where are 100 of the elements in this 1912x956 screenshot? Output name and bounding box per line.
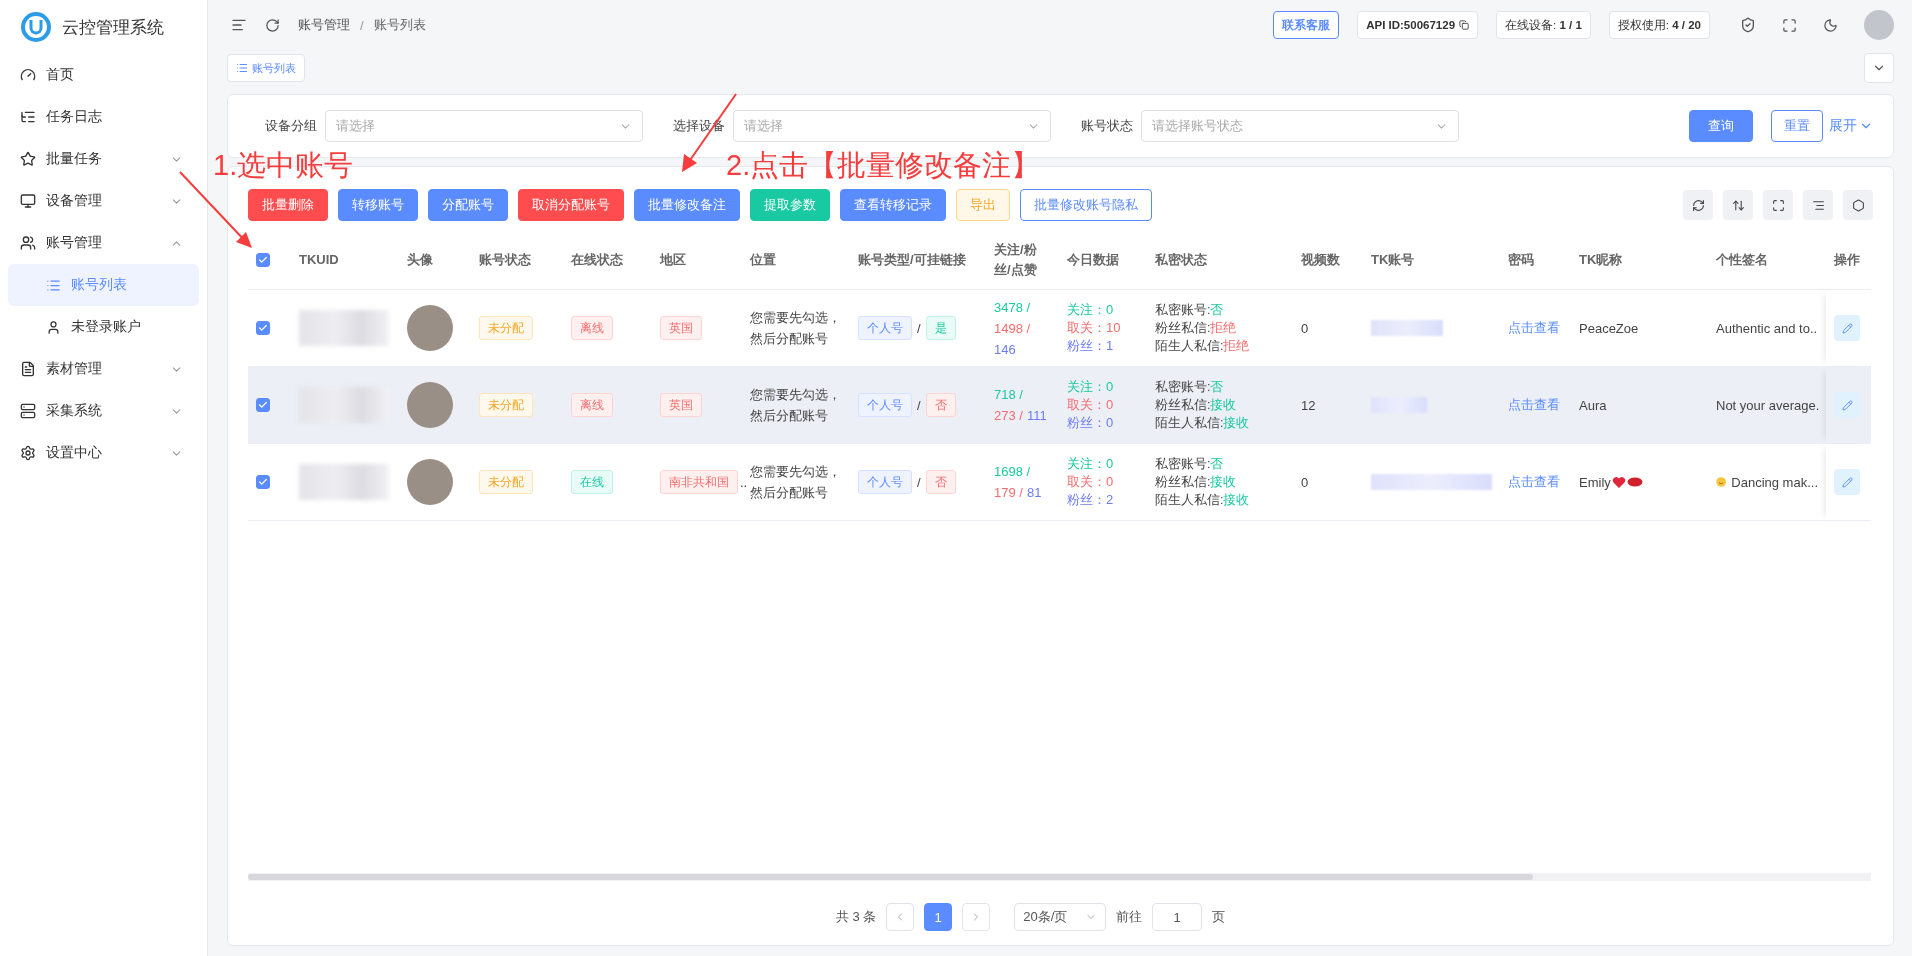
sidebar-item[interactable]: 设备管理 [8,180,199,222]
edit-button[interactable] [1834,392,1860,418]
toolbar-button[interactable]: 批量修改账号隐私 [1020,189,1152,221]
user-avatar[interactable] [1864,10,1894,40]
slash-text: / [917,397,921,413]
region-tag: 南非共和国 [660,470,738,494]
horizontal-scrollbar[interactable] [248,873,1871,881]
row-checkbox[interactable] [256,321,270,335]
link-tag: 是 [925,316,956,340]
filter-label: 账号状态 [1081,117,1133,135]
sidebar-item[interactable]: 批量任务 [8,138,199,180]
expand-link[interactable]: 展开 [1829,117,1873,135]
toolbar-button[interactable]: 取消分配账号 [518,189,624,221]
moon-icon[interactable] [1823,17,1838,33]
copy-icon[interactable] [1459,20,1470,30]
status-tag: 未分配 [479,470,533,494]
nav-icon [20,151,36,167]
breadcrumb-item[interactable]: 账号列表 [373,16,426,34]
region-tag: 英国 [660,316,702,340]
column-header: TK昵称 [1578,251,1624,269]
nickname-text: PeaceZoe [1579,320,1639,336]
toolbar-button[interactable]: 导出 [956,189,1010,221]
view-password-link[interactable]: 点击查看 [1508,396,1560,414]
region-tag: 英国 [660,393,702,417]
lines-icon [1811,198,1825,212]
toolbar-button[interactable]: 转移账号 [338,189,418,221]
view-password-link[interactable]: 点击查看 [1508,473,1560,491]
sidebar-item[interactable]: 素材管理 [8,348,199,390]
signature-text: Not your average. [1716,397,1820,413]
edit-button[interactable] [1834,469,1860,495]
page-tab[interactable]: 账号列表 [227,54,305,82]
privacy-line: 陌生人私信:接收 [1155,415,1250,432]
type-tag: 个人号 [858,316,912,340]
toolbar-button[interactable]: 分配账号 [428,189,508,221]
column-header: 账号状态 [478,251,532,269]
sidebar-item[interactable]: 未登录账户 [8,306,199,348]
refresh-button[interactable] [1683,190,1713,220]
today-stat: 取关：0 [1067,473,1114,491]
view-password-link[interactable]: 点击查看 [1508,319,1560,337]
contact-button[interactable]: 联系客服 [1273,11,1340,39]
privacy-line: 粉丝私信:拒绝 [1155,320,1238,337]
link-tag: 否 [925,470,956,494]
density-button[interactable] [1723,190,1753,220]
slash-text: / [917,320,921,336]
breadcrumb-item[interactable]: 账号管理 [298,16,350,34]
sidebar-item[interactable]: 账号列表 [8,264,199,306]
status-tag: 未分配 [479,316,533,340]
edit-button[interactable] [1834,315,1860,341]
settings-icon [1851,198,1865,212]
table-row[interactable]: 未分配 离线 英国 您需要先勾选，然后分配账号 个人号 / 是 3478 / 1498 / 146 关注：0 取关：10 粉丝：1 私密账号:否 粉丝私信:拒绝 陌生人私信:拒绝 0 点击查看 PeaceZoe Authentic and to.. [248,290,1871,367]
today-stat: 关注：0 [1067,378,1114,396]
goto-page-field[interactable]: 1 [1152,903,1203,931]
column-header: 位置 [748,251,777,269]
columns-button[interactable] [1803,190,1833,220]
toolbar-button[interactable]: 批量修改备注 [634,189,740,221]
today-stat: 关注：0 [1067,455,1114,473]
privacy-line: 陌生人私信:接收 [1155,492,1250,509]
column-header: 地区 [658,251,687,269]
toolbar-button[interactable]: 批量删除 [248,189,328,221]
column-header: TKUID [298,251,340,269]
total-count: 共 3 条 [835,908,877,926]
nav-icon [20,445,36,461]
settings-button[interactable] [1843,190,1873,220]
annotation-text: 1.选中账号 [213,148,354,183]
table-row[interactable]: 未分配 离线 英国 您需要先勾选，然后分配账号 个人号 / 否 718 / 273 / 111 关注：0 取关：0 粉丝：0 私密账号:否 粉丝私信:接收 陌生人私信:接收 12 点击查看 Aura Not your average. [248,367,1871,444]
column-header: TK账号 [1370,251,1416,269]
select-field[interactable]: 请选择 [325,110,643,142]
reset-button[interactable]: 重置 [1771,110,1823,142]
app-title: 云控管理系统 [62,16,164,39]
fullscreen-icon[interactable] [1782,17,1797,33]
row-checkbox[interactable] [256,398,270,412]
select-field[interactable]: 请选择 [733,110,1051,142]
fullscreen-button[interactable] [1763,190,1793,220]
shield-icon[interactable] [1740,17,1756,33]
api-id-chip[interactable]: API ID:50067129 [1357,11,1479,39]
refresh-icon[interactable] [265,17,280,33]
menu-icon[interactable] [231,17,247,33]
privacy-line: 粉丝私信:接收 [1155,474,1238,491]
toolbar-button[interactable]: 查看转移记录 [840,189,946,221]
sidebar-item[interactable]: 采集系统 [8,390,199,432]
sidebar-item[interactable]: 任务日志 [8,96,199,138]
stat-value: 1698 / [994,463,1031,481]
query-button[interactable]: 查询 [1689,110,1753,142]
slash-text: / [917,474,921,490]
sidebar-item[interactable]: 首页 [8,54,199,96]
column-header: 操作 [1833,251,1861,269]
row-checkbox[interactable] [256,475,270,489]
select-all-checkbox[interactable] [256,253,270,267]
signature-text: Dancing mak... [1731,474,1818,490]
signature-text: Authentic and to.. [1716,320,1818,336]
sidebar-item[interactable]: 账号管理 [8,222,199,264]
status-tag: 未分配 [479,393,533,417]
toolbar-button[interactable]: 提取参数 [750,189,830,221]
select-field[interactable]: 请选择账号状态 [1141,110,1459,142]
edit-icon [1841,322,1853,334]
breadcrumb-separator: / [360,17,364,33]
sidebar-item[interactable]: 设置中心 [8,432,199,474]
license-chip: 授权使用: 4 / 20 [1608,11,1710,39]
page-size-select[interactable]: 20条/页 [1014,903,1107,931]
page-button[interactable]: 1 [924,903,953,931]
